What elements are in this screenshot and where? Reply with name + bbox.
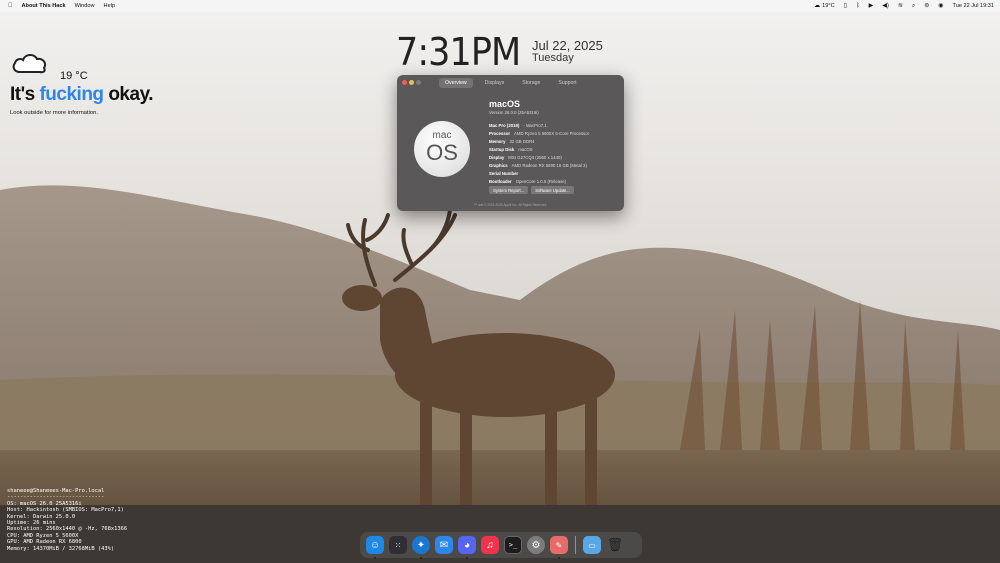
finder-icon: ☺ — [369, 539, 381, 551]
dock-folder[interactable]: ▭ — [583, 536, 601, 554]
menu-help[interactable]: Help — [104, 3, 116, 9]
clock-time: 7:31PM — [396, 30, 521, 74]
gear-icon: ⚙ — [531, 539, 541, 551]
menu-weather[interactable]: 19°C — [822, 3, 835, 9]
tab-support[interactable]: Support — [552, 78, 582, 88]
headline-part-1: It's — [10, 84, 40, 105]
search-icon[interactable]: ⌕ — [912, 0, 915, 12]
about-window[interactable]: Overview Displays Storage Support mac OS… — [397, 75, 624, 211]
neofetch-resolution: Resolution: 2560x1440 @ -Hz, 768x1366 — [7, 526, 128, 533]
logo-text-os: OS — [426, 140, 458, 165]
weather-subtext: Look outside for more information. — [10, 110, 98, 116]
dock: ☺ ⁙ ✦ ✉ ◕ ♫ >_ ⚙ ✎ ▭ 🗑 — [360, 532, 642, 559]
play-icon[interactable]: ▶ — [869, 0, 874, 12]
menu-bar:  About This Hack Window Help ☁ 19°C ▯ ᛒ… — [0, 0, 1000, 12]
tab-bar: Overview Displays Storage Support — [439, 78, 589, 88]
battery-icon[interactable]: ▯ — [844, 0, 847, 12]
apple-icon[interactable]:  — [8, 0, 13, 12]
clock-date: Jul 22, 2025 — [532, 38, 603, 53]
window-titlebar[interactable]: Overview Displays Storage Support — [397, 75, 624, 89]
minimize-button[interactable] — [409, 80, 414, 85]
close-button[interactable] — [402, 80, 407, 85]
info-row-memory: Memory 32 GB DDR4 — [489, 139, 535, 144]
dock-finder[interactable]: ☺ — [366, 536, 384, 559]
info-row-bootloader: Bootloader OpenCore 1.0.5 (Release) — [489, 179, 567, 184]
software-update-button[interactable]: Software Update... — [531, 186, 574, 194]
safari-icon: ✦ — [416, 539, 426, 551]
dock-about-this-hack[interactable]: ✎ — [550, 536, 568, 559]
info-row-startup-disk: Startup Disk macOS — [489, 147, 533, 152]
tab-displays[interactable]: Displays — [479, 78, 511, 88]
siri-icon[interactable]: ◉ — [938, 0, 943, 12]
menu-datetime[interactable]: Tue 22 Jul 19:31 — [953, 3, 994, 9]
dock-discord[interactable]: ◕ — [458, 536, 476, 559]
weather-headline: It's fucking okay. — [10, 84, 154, 106]
control-center-icon[interactable]: ⊜ — [924, 0, 929, 12]
dock-trash[interactable]: 🗑 — [606, 536, 624, 554]
terminal-icon: >_ — [508, 541, 518, 549]
menu-app-name[interactable]: About This Hack — [22, 3, 66, 9]
dock-music[interactable]: ♫ — [481, 536, 499, 554]
dock-safari[interactable]: ✦ — [412, 536, 430, 559]
info-row-graphics: Graphics AMD Radeon RX 6800 16 GB (Metal … — [489, 163, 587, 168]
music-icon: ♫ — [486, 539, 494, 551]
neofetch-output: shaneee@Shaneees-Mac-Pro.local ----------… — [7, 488, 127, 552]
info-row-model: Mac Pro (2019) - MacPro7,1 — [489, 123, 547, 128]
tab-storage[interactable]: Storage — [516, 78, 546, 88]
neofetch-host: Host: Hackintosh (SMBIOS: MacPro7,1) — [7, 507, 124, 514]
macos-logo: mac OS — [414, 121, 470, 177]
info-row-display: Display MSI G27CQ4 (2560 x 1440) — [489, 155, 562, 160]
discord-icon: ◕ — [463, 539, 471, 551]
dock-launchpad[interactable]: ⁙ — [389, 536, 407, 554]
dock-divider — [575, 536, 576, 554]
bluetooth-icon[interactable]: ᛒ — [856, 0, 860, 12]
dock-terminal[interactable]: >_ — [504, 536, 522, 554]
window-buttons: System Report... Software Update... — [489, 186, 574, 194]
cloud-icon — [12, 54, 47, 74]
copyright-text: ™ and © 2001-2025 Apple Inc. All Rights … — [473, 203, 548, 207]
info-row-processor: Processor AMD Ryzen 5 5600X 6-Core Proces… — [489, 131, 590, 136]
cloud-icon[interactable]: ☁ — [814, 0, 820, 12]
headline-part-3: okay. — [103, 84, 154, 105]
tab-overview[interactable]: Overview — [439, 78, 473, 88]
dock-system-settings[interactable]: ⚙ — [527, 536, 545, 554]
os-name: macOS — [489, 99, 521, 109]
weather-temperature: 19 °C — [60, 70, 88, 82]
zoom-button[interactable] — [416, 80, 421, 85]
folder-icon: ▭ — [588, 540, 596, 550]
about-this-hack-icon: ✎ — [555, 540, 563, 550]
info-row-serial: Serial Number — [489, 171, 519, 176]
menu-window[interactable]: Window — [75, 3, 95, 9]
mail-icon: ✉ — [439, 539, 449, 551]
dock-mail[interactable]: ✉ — [435, 536, 453, 554]
clock-day: Tuesday — [532, 52, 574, 64]
system-report-button[interactable]: System Report... — [489, 186, 529, 194]
wifi-icon[interactable]: ≋ — [898, 0, 903, 12]
neofetch-memory: Memory: 14370MiB / 32768MiB (43%) — [7, 545, 115, 552]
launchpad-icon: ⁙ — [394, 540, 402, 550]
volume-icon[interactable]: ◀) — [882, 0, 889, 12]
headline-accent: fucking — [39, 84, 104, 105]
system-info: macOS Version 26.0.0 (25A5316i) Mac Pro … — [489, 99, 589, 184]
trash-icon: 🗑 — [606, 537, 624, 552]
